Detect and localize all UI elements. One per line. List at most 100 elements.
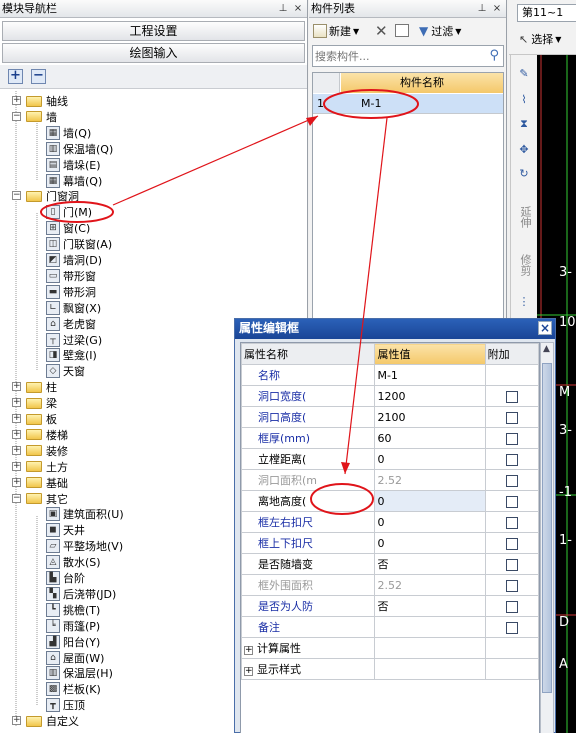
prop-value-cell[interactable]: 否 bbox=[374, 595, 486, 617]
prop-value-cell[interactable] bbox=[374, 616, 486, 638]
mirror-icon[interactable]: ⧗ bbox=[515, 117, 533, 133]
expand-icon[interactable]: + bbox=[12, 477, 21, 487]
prop-row[interactable]: 洞口高度(2100 bbox=[241, 406, 539, 428]
checkbox[interactable] bbox=[505, 621, 518, 634]
prop-value-cell[interactable]: 60 bbox=[374, 427, 486, 449]
checkbox[interactable] bbox=[505, 516, 518, 529]
pin-icon[interactable]: ⊥ bbox=[476, 2, 488, 15]
checkbox[interactable] bbox=[505, 600, 518, 613]
prop-value-cell[interactable] bbox=[374, 637, 486, 659]
tree-folder[interactable]: − 其它 bbox=[12, 491, 68, 507]
expand-icon[interactable]: + bbox=[244, 646, 253, 655]
tree-item[interactable]: ∟ 飘窗(X) bbox=[46, 300, 101, 316]
tree-item[interactable]: ▯ 门(M) bbox=[46, 204, 92, 220]
prop-value-cell[interactable]: 0 bbox=[374, 532, 486, 554]
scroll-thumb[interactable] bbox=[542, 363, 552, 693]
close-button[interactable]: × bbox=[538, 321, 552, 335]
tree-item[interactable]: ┗ 挑檐(T) bbox=[46, 602, 100, 618]
tree-item[interactable]: ▭ 带形窗 bbox=[46, 268, 96, 284]
tree-item[interactable]: ┳ 压顶 bbox=[46, 697, 85, 713]
tree-folder[interactable]: + 基础 bbox=[12, 475, 68, 491]
prop-row[interactable]: 框厚(mm) 60 bbox=[241, 427, 539, 449]
tree-item[interactable]: ▦ 墙(Q) bbox=[46, 125, 91, 141]
expand-all-button[interactable]: + bbox=[8, 69, 23, 84]
close-icon[interactable]: × bbox=[292, 2, 304, 15]
tree-folder[interactable]: + 梁 bbox=[12, 395, 57, 411]
expand-icon[interactable]: + bbox=[12, 461, 21, 471]
floor-select[interactable]: 第11~1 bbox=[517, 4, 576, 22]
tree-item[interactable]: ◫ 门联窗(A) bbox=[46, 236, 112, 252]
checkbox[interactable] bbox=[505, 411, 518, 424]
prop-value-cell[interactable]: 0 bbox=[374, 448, 486, 470]
component-row[interactable]: 1 M-1 bbox=[313, 94, 503, 114]
prop-row[interactable]: 框外围面积 2.52 bbox=[241, 574, 539, 596]
column-header-name[interactable]: 构件名称 bbox=[341, 73, 503, 93]
checkbox[interactable] bbox=[505, 474, 518, 487]
prop-row[interactable]: + 计算属性 bbox=[241, 637, 539, 659]
tree-item[interactable]: ◼ 天井 bbox=[46, 522, 85, 538]
tree-item[interactable]: ▩ 栏板(K) bbox=[46, 681, 101, 697]
prop-row[interactable]: 是否随墙变 否 bbox=[241, 553, 539, 575]
collapse-all-button[interactable]: − bbox=[31, 69, 46, 84]
misc-icon[interactable]: ⋮ bbox=[515, 295, 533, 311]
tree-item[interactable]: ▤ 墙垛(E) bbox=[46, 157, 101, 173]
tree-item[interactable]: ▥ 保温墙(Q) bbox=[46, 141, 113, 157]
tree-folder[interactable]: + 轴线 bbox=[12, 93, 68, 109]
drawing-input-button[interactable]: 绘图输入 bbox=[2, 43, 305, 63]
scroll-up-icon[interactable]: ▲ bbox=[543, 344, 550, 354]
tree-item[interactable]: ⊞ 窗(C) bbox=[46, 220, 90, 236]
tree-folder[interactable]: + 自定义 bbox=[12, 713, 79, 729]
checkbox[interactable] bbox=[505, 390, 518, 403]
new-component-button[interactable]: 新建 ▼ bbox=[313, 23, 359, 39]
tree-folder[interactable]: + 柱 bbox=[12, 379, 57, 395]
expand-icon[interactable]: + bbox=[12, 398, 21, 408]
project-settings-button[interactable]: 工程设置 bbox=[2, 21, 305, 41]
prop-value-cell[interactable]: 0 bbox=[374, 511, 486, 533]
tree-item[interactable]: ◇ 天窗 bbox=[46, 363, 85, 379]
close-icon[interactable]: × bbox=[491, 2, 503, 15]
pin-icon[interactable]: ⊥ bbox=[277, 2, 289, 15]
tree-item[interactable]: ◨ 壁龛(I) bbox=[46, 347, 97, 363]
search-icon[interactable]: ⚲ bbox=[489, 48, 499, 63]
search-input[interactable] bbox=[315, 48, 475, 64]
prop-row[interactable]: 洞口面积(m 2.52 bbox=[241, 469, 539, 491]
prop-value-cell[interactable] bbox=[374, 658, 486, 680]
move-icon[interactable]: ✥ bbox=[515, 143, 533, 159]
tree-item[interactable]: ╘ 雨篷(P) bbox=[46, 618, 100, 634]
tree-item[interactable]: ┬ 过梁(G) bbox=[46, 332, 102, 348]
prop-scrollbar[interactable]: ▲ bbox=[540, 342, 554, 733]
checkbox[interactable] bbox=[505, 453, 518, 466]
pencil-icon[interactable]: ✎ bbox=[515, 67, 533, 83]
rotate-icon[interactable]: ↻ bbox=[515, 167, 533, 183]
tree-item[interactable]: ⌂ 老虎窗 bbox=[46, 316, 96, 332]
expand-icon[interactable]: + bbox=[12, 445, 21, 455]
prop-row[interactable]: + 显示样式 bbox=[241, 658, 539, 680]
prop-row[interactable]: 是否为人防 否 bbox=[241, 595, 539, 617]
prop-row[interactable]: 立樘距离(0 bbox=[241, 448, 539, 470]
prop-row[interactable]: 备注 bbox=[241, 616, 539, 638]
tree-folder[interactable]: + 装修 bbox=[12, 443, 68, 459]
tree-item[interactable]: ▚ 后浇带(JD) bbox=[46, 586, 116, 602]
prop-value-cell[interactable]: 否 bbox=[374, 553, 486, 575]
tree-item[interactable]: ◩ 墙洞(D) bbox=[46, 252, 102, 268]
expand-icon[interactable]: − bbox=[12, 493, 21, 503]
prop-value-cell[interactable]: 0 bbox=[374, 490, 486, 512]
select-tool-button[interactable]: ↖ 选择 ▼ bbox=[519, 31, 561, 47]
checkbox[interactable] bbox=[505, 495, 518, 508]
prop-value-cell[interactable]: 2100 bbox=[374, 406, 486, 428]
tree-item[interactable]: ▙ 台阶 bbox=[46, 570, 85, 586]
prop-row[interactable]: 洞口宽度(1200 bbox=[241, 385, 539, 407]
extend-button[interactable]: 延伸 bbox=[515, 195, 533, 239]
tree-folder[interactable]: + 板 bbox=[12, 411, 57, 427]
expand-icon[interactable]: + bbox=[12, 716, 21, 726]
prop-row[interactable]: 框左右扣尺 0 bbox=[241, 511, 539, 533]
tree-item[interactable]: ⌂ 屋面(W) bbox=[46, 650, 104, 666]
prop-row[interactable]: 名称 M-1 bbox=[241, 364, 539, 386]
tree-folder[interactable]: − 门窗洞 bbox=[12, 188, 79, 204]
checkbox[interactable] bbox=[505, 558, 518, 571]
prop-value-cell[interactable]: 2.52 bbox=[374, 574, 486, 596]
prop-row[interactable]: 离地高度(0 bbox=[241, 490, 539, 512]
tree-item[interactable]: ▦ 幕墙(Q) bbox=[46, 173, 102, 189]
expand-icon[interactable]: − bbox=[12, 191, 21, 201]
tree-folder[interactable]: + 楼梯 bbox=[12, 427, 68, 443]
